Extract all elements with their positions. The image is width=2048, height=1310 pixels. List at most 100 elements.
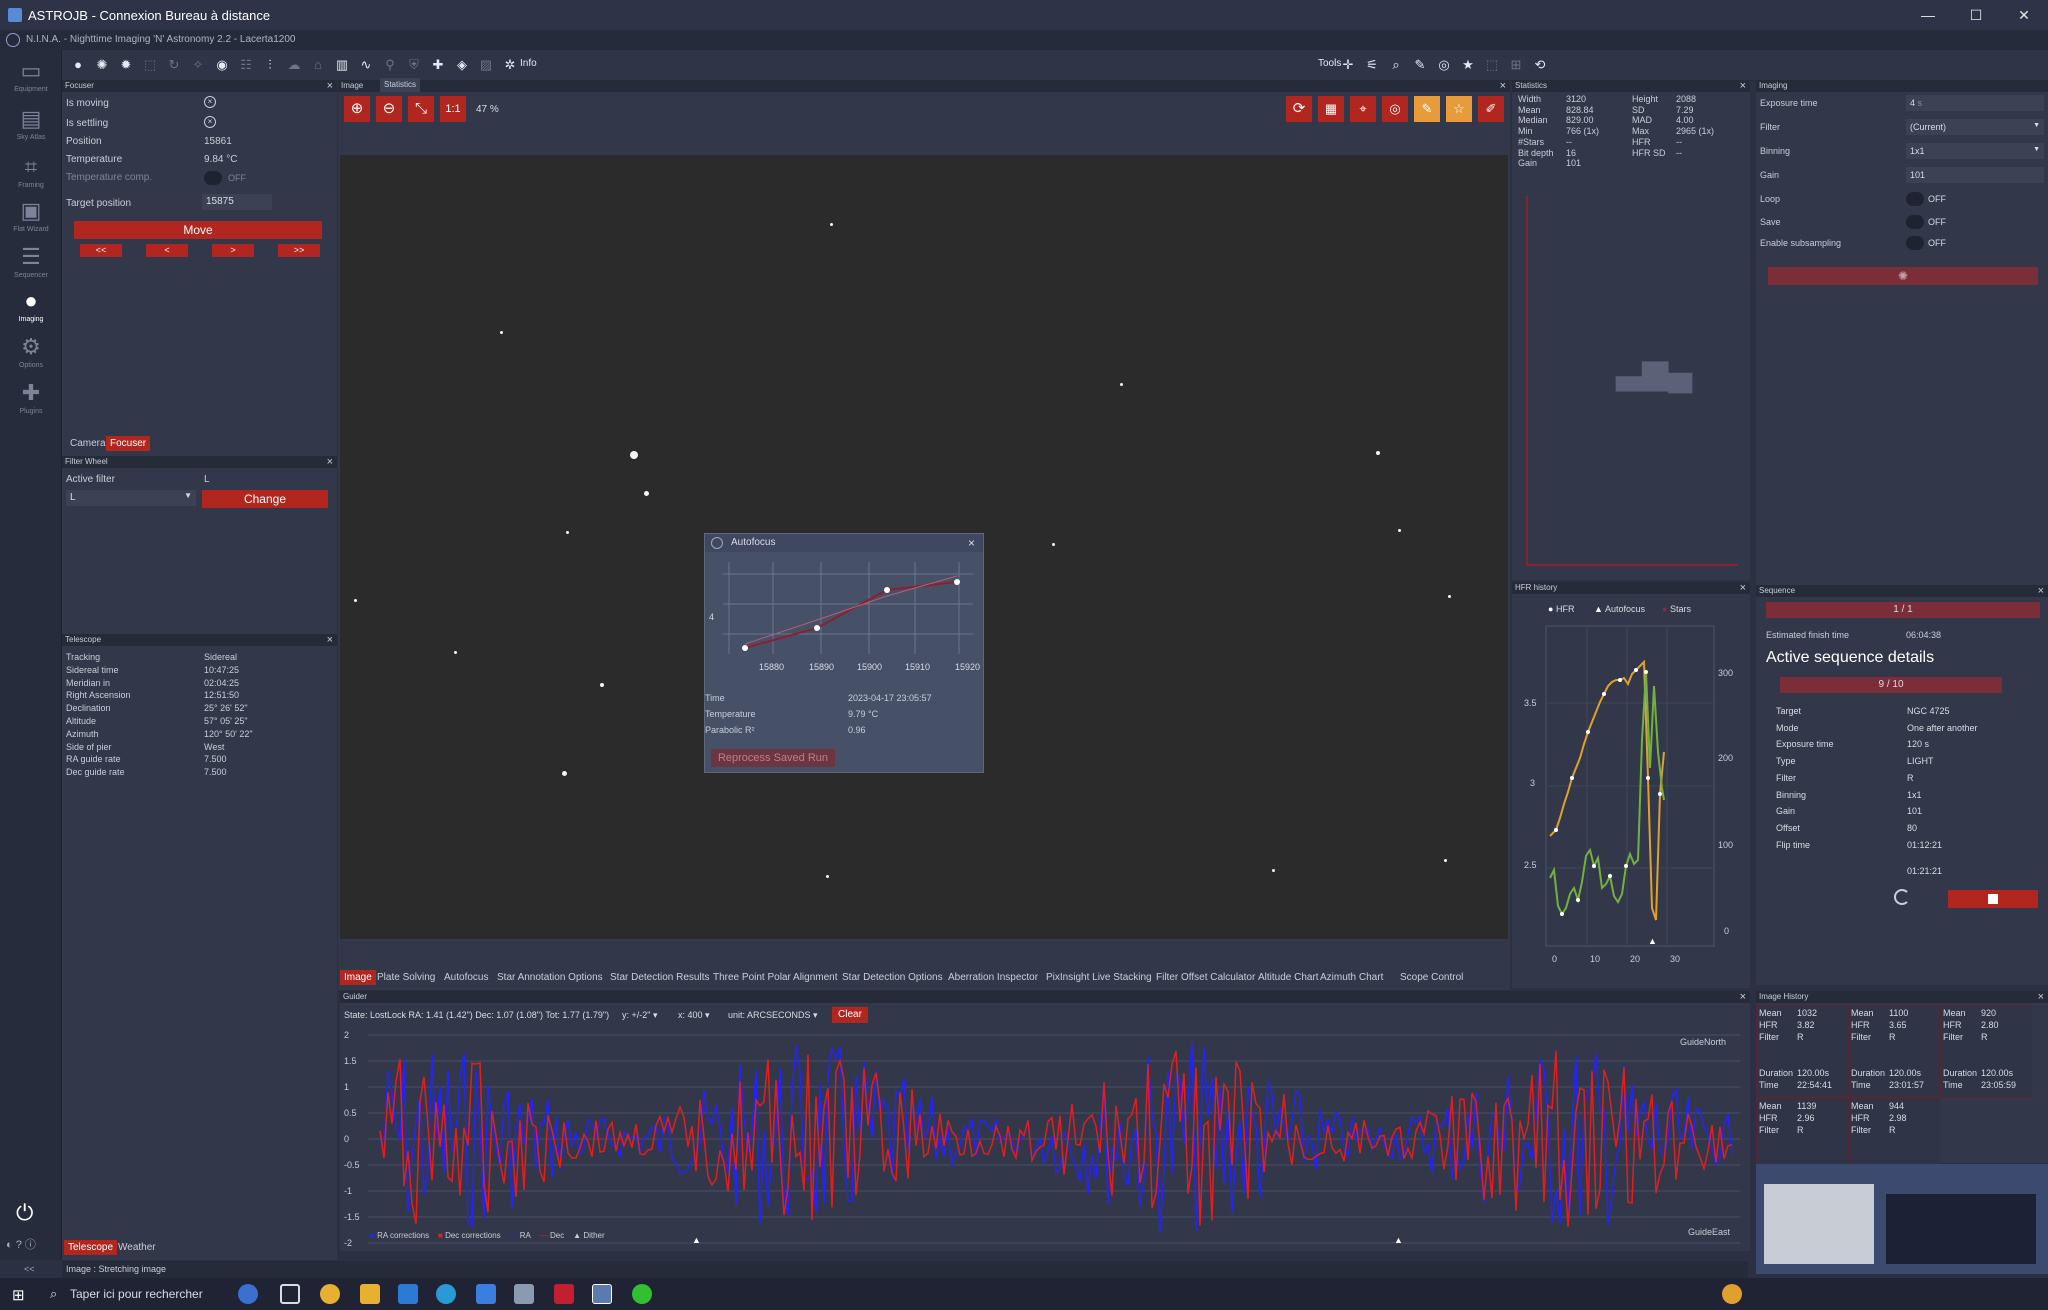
save-toggle[interactable] (1906, 215, 1924, 229)
auto-stretch-icon[interactable]: ⟳ (1286, 96, 1312, 122)
annotate-icon[interactable]: ✐ (1478, 96, 1504, 122)
weather-icon[interactable] (1722, 1284, 1742, 1304)
layers-icon[interactable]: ◈ (454, 57, 470, 73)
x-scale-dropdown[interactable]: x: 400 ▾ (678, 1010, 710, 1021)
step-left-button[interactable]: < (146, 244, 188, 257)
image-history-cell[interactable]: Mean 920 HFR 2.80 Filter R Duration 120.00s Time… (1940, 1005, 2032, 1097)
nav-sequencer[interactable]: ☰ Sequencer (4, 242, 58, 288)
image-icon[interactable]: ▨ (478, 57, 494, 73)
mount-icon[interactable]: ↻ (166, 57, 182, 73)
step-big-right-button[interactable]: >> (278, 244, 320, 257)
guider-icon[interactable]: ✧ (190, 57, 206, 73)
close-button[interactable]: ✕ (2004, 4, 2044, 26)
nav-equipment[interactable]: ▭ Equipment (4, 56, 58, 102)
tool-frame-icon[interactable]: ⬚ (1484, 57, 1500, 73)
image-history-cell[interactable]: Mean 1032 HFR 3.82 Filter R Duration 120.00s Tim… (1756, 1005, 1848, 1097)
bulb-icon[interactable]: ⚲ (382, 57, 398, 73)
close-icon[interactable]: × (1740, 991, 1746, 1003)
focuser-icon[interactable]: ✹ (118, 57, 134, 73)
tab-scope-control[interactable]: Scope Control (1396, 970, 1467, 985)
nina-taskbar-icon[interactable] (592, 1284, 612, 1304)
dome-icon[interactable]: ⌂ (310, 57, 326, 73)
filter-dropdown[interactable]: (Current) ▼ (1906, 119, 2044, 135)
target-icon[interactable]: ◎ (1382, 96, 1408, 122)
close-icon[interactable]: × (968, 534, 975, 552)
zoom-1to1-button[interactable]: 1:1 (440, 96, 466, 122)
close-icon[interactable]: × (327, 456, 333, 468)
document-icon[interactable] (476, 1284, 496, 1304)
minimize-button[interactable]: — (1908, 4, 1948, 26)
task-view-icon[interactable] (280, 1284, 300, 1304)
unit-dropdown[interactable]: unit: ARCSECONDS ▾ (728, 1010, 818, 1021)
guide-graph-icon[interactable]: ∿ (358, 57, 374, 73)
switch-icon[interactable]: ◉ (214, 57, 230, 73)
tab-camera[interactable]: Camera (66, 436, 110, 451)
tab-star-detection-options[interactable]: Star Detection Options (838, 970, 947, 985)
file-explorer-icon[interactable] (360, 1284, 380, 1304)
sliders-icon[interactable]: ⫶ (262, 57, 278, 73)
tab-plate-solving[interactable]: Plate Solving (373, 970, 439, 985)
binning-dropdown[interactable]: 1x1 ▼ (1906, 143, 2044, 159)
close-icon[interactable]: × (1740, 582, 1746, 594)
app-icon[interactable] (514, 1284, 534, 1304)
maximize-button[interactable]: ☐ (1956, 4, 1996, 26)
star-detect-icon[interactable]: ☆ (1446, 96, 1472, 122)
close-icon[interactable]: × (2038, 991, 2044, 1003)
grid-icon[interactable]: ▦ (1318, 96, 1344, 122)
tab-statistics[interactable]: Statistics (380, 78, 421, 92)
exposure-input[interactable]: 4 s (1906, 95, 2044, 111)
gain-input[interactable]: 101 (1906, 167, 2044, 183)
change-filter-button[interactable]: Change (202, 490, 328, 508)
image-history-cell[interactable]: Mean 1100 HFR 3.65 Filter R Duration 120.00s Tim… (1848, 1005, 1940, 1097)
phd2-icon[interactable] (632, 1284, 652, 1304)
tab-three-point-polar-alignment[interactable]: Three Point Polar Alignment (709, 970, 842, 985)
crosshair-icon[interactable]: ⌖ (1350, 96, 1376, 122)
weather-icon[interactable]: ☁ (286, 57, 302, 73)
tool-target-icon[interactable]: ◎ (1436, 57, 1452, 73)
shield-icon[interactable]: ⛨ (406, 57, 422, 73)
tab-aberration-inspector[interactable]: Aberration Inspector (944, 970, 1042, 985)
tool-ruler-icon[interactable]: ⚟ (1364, 57, 1380, 73)
tool-search-icon[interactable]: ⌕ (1388, 57, 1404, 73)
reprocess-saved-run-button[interactable]: Reprocess Saved Run (711, 749, 835, 767)
close-icon[interactable]: × (327, 80, 333, 92)
nav-sky-atlas[interactable]: ▤ Sky Atlas (4, 104, 58, 150)
power-icon[interactable]: ⏻ (16, 1200, 33, 1226)
wand-icon[interactable]: ✎ (1414, 96, 1440, 122)
temp-comp-toggle[interactable] (204, 171, 222, 185)
collapse-icon[interactable]: << (24, 1264, 35, 1274)
tool-pen-icon[interactable]: ✎ (1412, 57, 1428, 73)
nav-options[interactable]: ⚙ Options (4, 332, 58, 378)
app-icon[interactable] (554, 1284, 574, 1304)
tab-star-detection-results[interactable]: Star Detection Results (606, 970, 714, 985)
edge-icon[interactable] (436, 1284, 456, 1304)
chart-icon[interactable]: ▥ (334, 57, 350, 73)
camera-icon[interactable]: ● (70, 57, 86, 73)
windows-start-icon[interactable]: ⊞ (12, 1286, 25, 1304)
tool-star-icon[interactable]: ★ (1460, 57, 1476, 73)
info-label[interactable]: Info (520, 58, 537, 69)
target-position-input[interactable]: 15875 (202, 194, 272, 210)
tool-grid-icon[interactable]: ⊞ (1508, 57, 1524, 73)
nav-imaging[interactable]: ● Imaging (4, 286, 58, 332)
move-button[interactable]: Move (74, 221, 322, 239)
tool-history-icon[interactable]: ⟲ (1532, 57, 1548, 73)
close-icon[interactable]: × (2038, 585, 2044, 597)
stop-sequence-button[interactable] (1948, 890, 2038, 908)
close-icon[interactable]: × (327, 634, 333, 646)
tab-azimuth-chart[interactable]: Azimuth Chart (1316, 970, 1387, 985)
tab-weather[interactable]: Weather (114, 1240, 160, 1255)
cortana-icon[interactable] (238, 1284, 258, 1304)
zoom-fit-icon[interactable]: ⤡ (408, 96, 434, 122)
tool-crosshair-icon[interactable]: ✛ (1340, 57, 1356, 73)
subsampling-toggle[interactable] (1906, 236, 1924, 250)
tab-star-annotation-options[interactable]: Star Annotation Options (493, 970, 607, 985)
filter-select[interactable]: L ▼ (66, 490, 196, 506)
tab-filter-offset-calculator[interactable]: Filter Offset Calculator (1152, 970, 1259, 985)
capture-button[interactable]: ✺ (1768, 267, 2038, 285)
nav-flat-wizard[interactable]: ▣ Flat Wizard (4, 196, 58, 242)
zoom-in-icon[interactable]: ⊕ (344, 96, 370, 122)
mail-icon[interactable] (398, 1284, 418, 1304)
close-icon[interactable]: × (1740, 80, 1746, 92)
tab-focuser[interactable]: Focuser (106, 436, 151, 451)
